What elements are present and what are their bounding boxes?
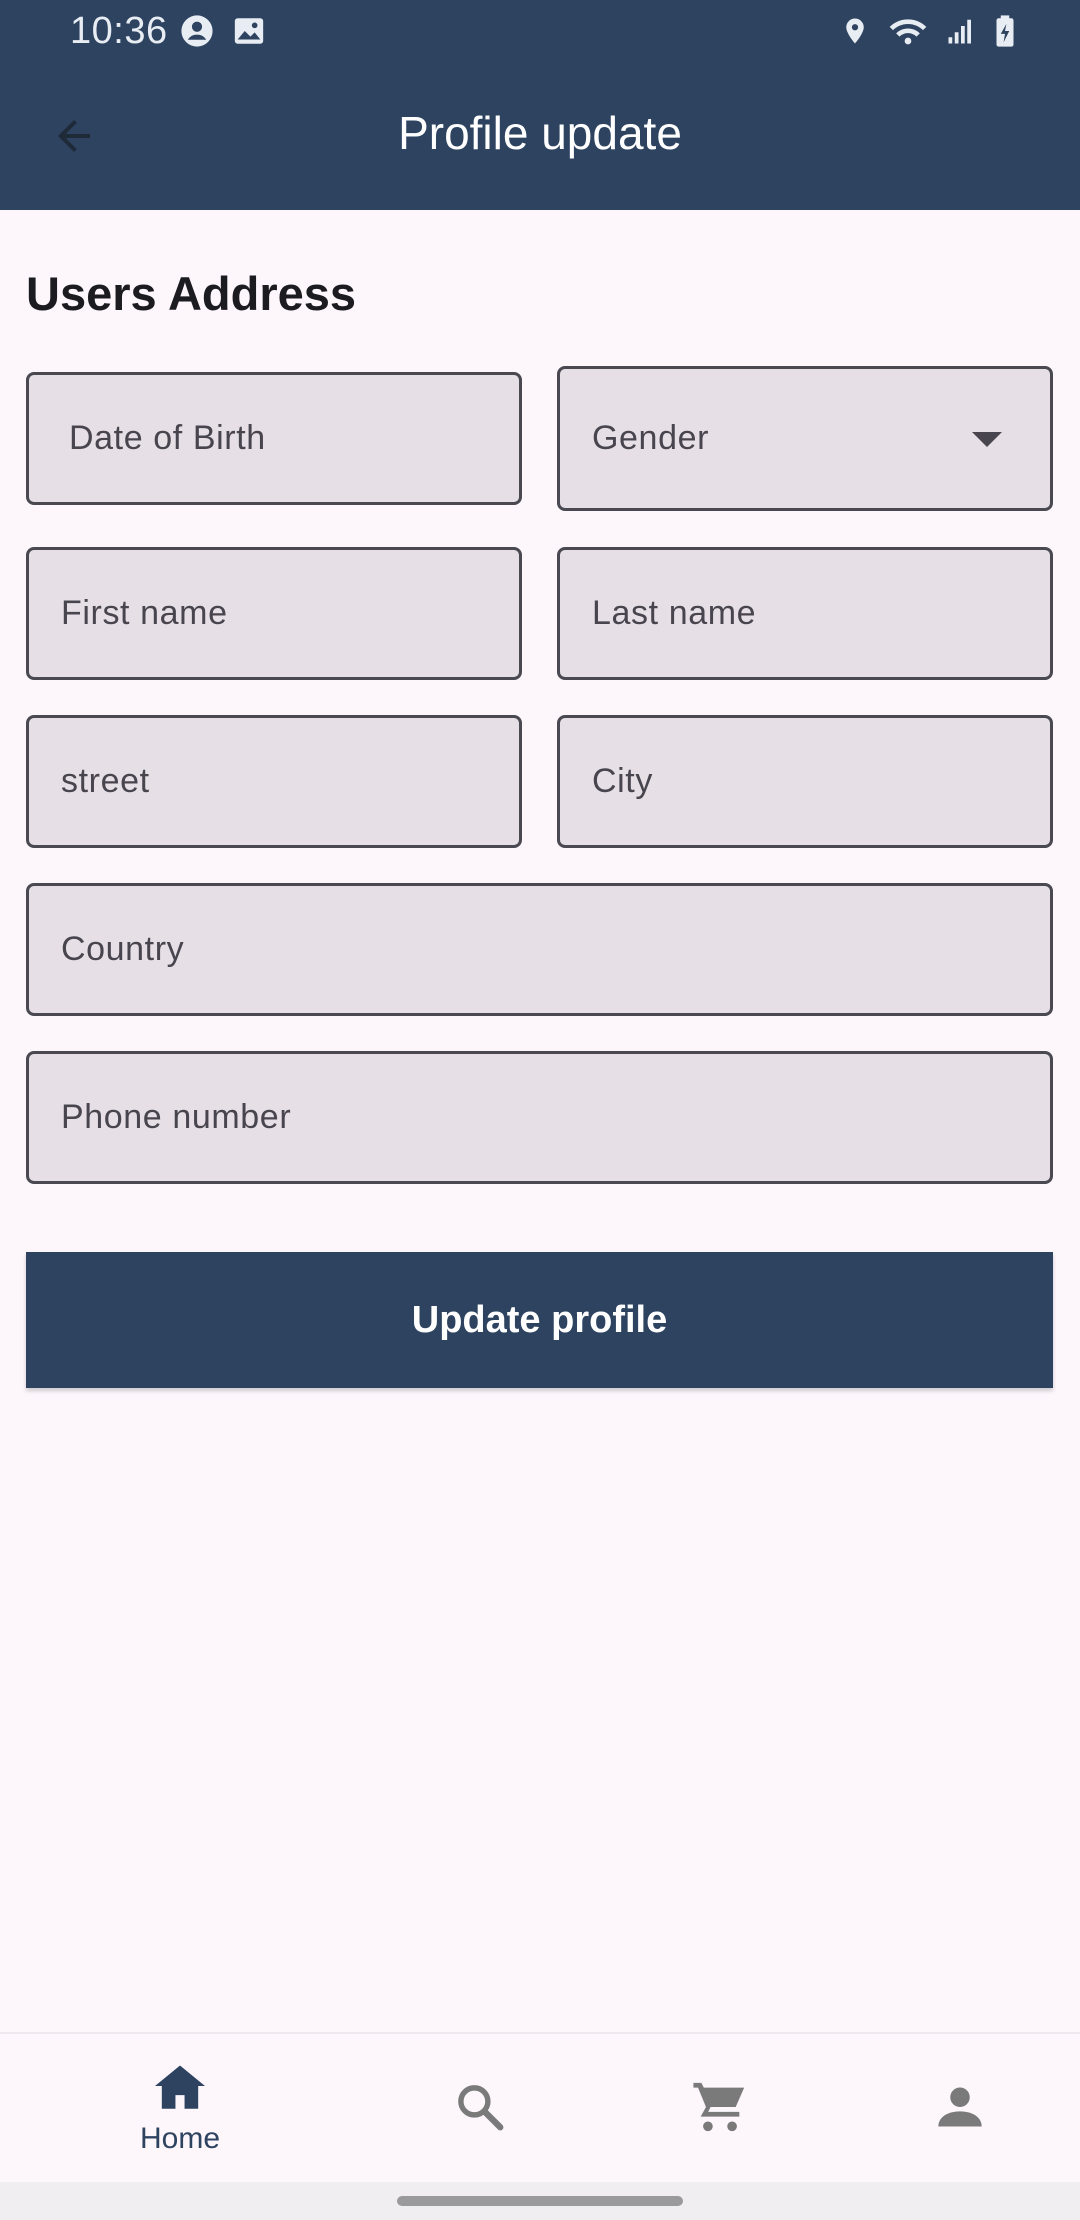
street-label: street bbox=[61, 762, 150, 800]
home-icon bbox=[152, 2061, 208, 2116]
gender-label: Gender bbox=[592, 419, 710, 457]
location-icon bbox=[840, 14, 870, 48]
bottom-navigation: Home bbox=[0, 2032, 1080, 2182]
date-of-birth-field[interactable]: Date of Birth bbox=[26, 372, 522, 505]
app-bar: 10:36 Profile update bbox=[0, 0, 1080, 210]
profile-update-screen: 10:36 Profile update Users Address Date … bbox=[0, 0, 1080, 2220]
battery-charging-icon bbox=[994, 14, 1016, 48]
section-title: Users Address bbox=[26, 267, 357, 320]
nav-item-cart[interactable] bbox=[620, 2034, 820, 2184]
country-field[interactable]: Country bbox=[26, 883, 1053, 1016]
gesture-bar bbox=[0, 2182, 1080, 2220]
gender-dropdown[interactable]: Gender bbox=[557, 366, 1053, 511]
last-name-field[interactable]: Last name bbox=[557, 547, 1053, 680]
account-circle-icon bbox=[180, 14, 214, 48]
search-icon bbox=[453, 2080, 507, 2139]
dropdown-arrow-icon bbox=[972, 432, 1002, 447]
image-icon bbox=[232, 14, 266, 48]
arrow-back-icon bbox=[50, 112, 98, 165]
nav-item-profile[interactable] bbox=[860, 2034, 1060, 2184]
city-label: City bbox=[592, 762, 653, 800]
person-icon bbox=[934, 2081, 986, 2138]
first-name-field[interactable]: First name bbox=[26, 547, 522, 680]
city-field[interactable]: City bbox=[557, 715, 1053, 848]
phone-number-field[interactable]: Phone number bbox=[26, 1051, 1053, 1184]
home-indicator[interactable] bbox=[397, 2196, 683, 2206]
country-label: Country bbox=[61, 930, 185, 968]
wifi-icon bbox=[888, 14, 928, 48]
page-title: Profile update bbox=[398, 107, 682, 159]
signal-icon bbox=[946, 16, 976, 46]
status-bar: 10:36 bbox=[0, 0, 1080, 64]
nav-item-search[interactable] bbox=[380, 2034, 580, 2184]
date-of-birth-label: Date of Birth bbox=[69, 419, 266, 457]
cart-icon bbox=[691, 2078, 749, 2141]
update-profile-button[interactable]: Update profile bbox=[26, 1252, 1053, 1388]
first-name-label: First name bbox=[61, 594, 228, 632]
nav-home-label: Home bbox=[139, 2121, 221, 2155]
status-time: 10:36 bbox=[70, 10, 168, 52]
back-button[interactable] bbox=[44, 108, 104, 168]
phone-number-label: Phone number bbox=[61, 1098, 292, 1136]
street-field[interactable]: street bbox=[26, 715, 522, 848]
last-name-label: Last name bbox=[592, 594, 757, 632]
nav-item-home[interactable]: Home bbox=[80, 2034, 280, 2184]
